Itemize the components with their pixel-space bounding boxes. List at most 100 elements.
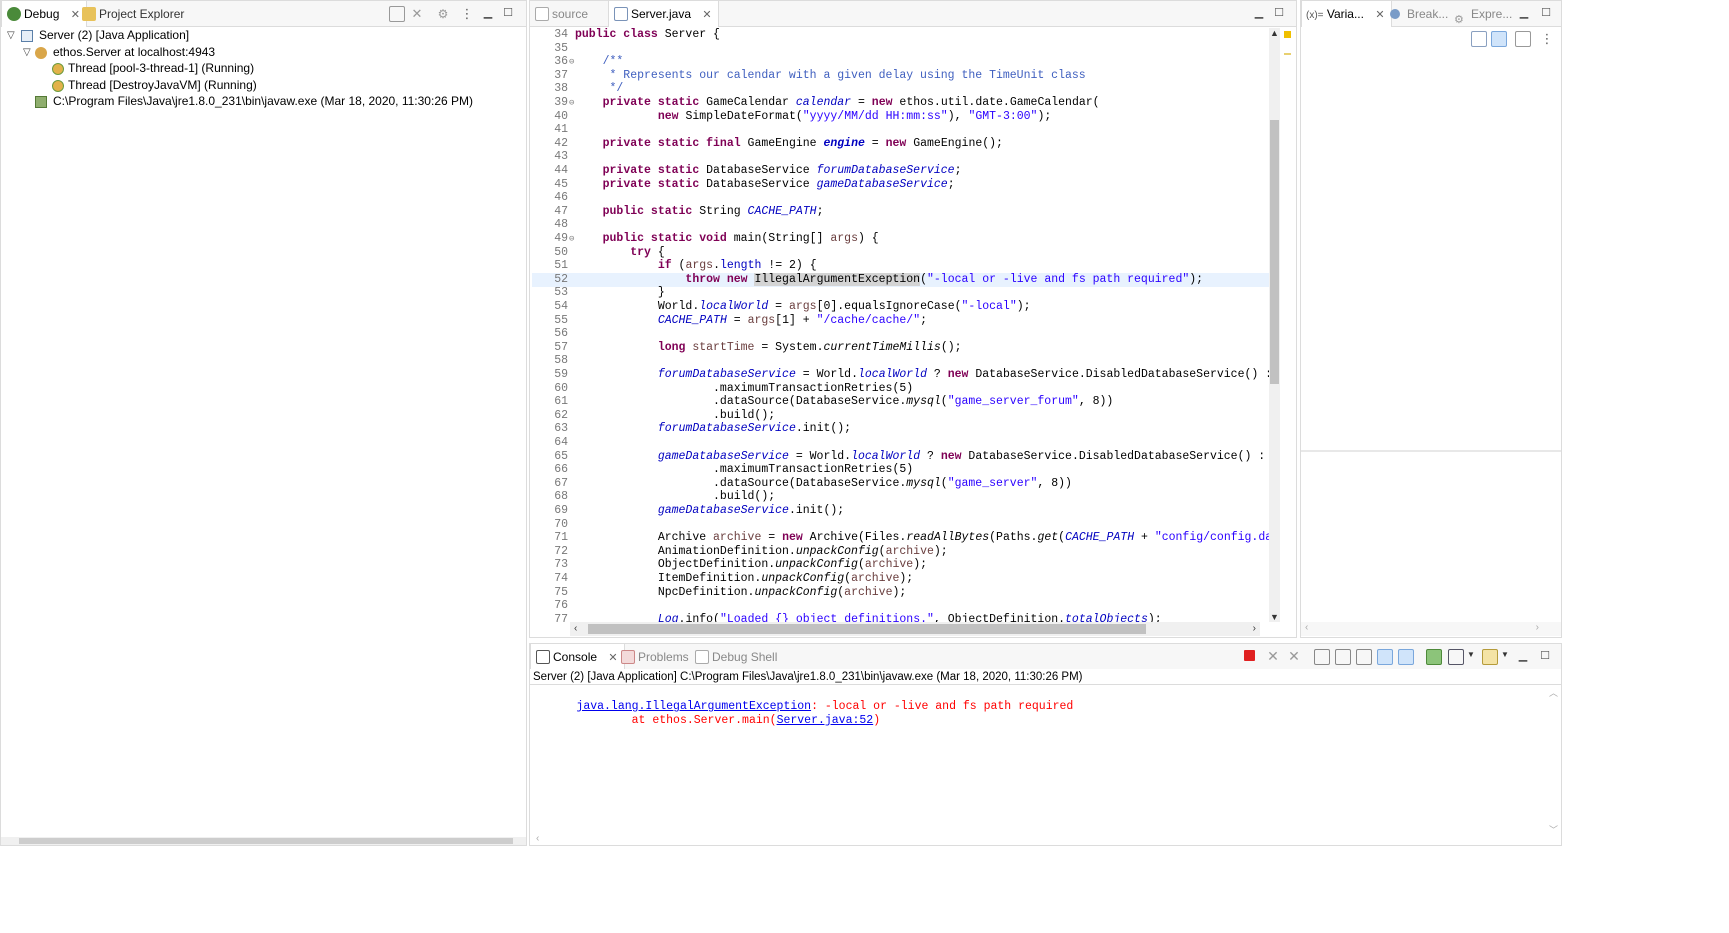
code-line[interactable]: 75 NpcDefinition.unpackConfig(archive);	[532, 586, 1270, 600]
maximize-icon[interactable]: ☐	[1272, 7, 1286, 19]
fold-toggle-icon[interactable]: ⊖	[569, 55, 574, 69]
overview-ruler[interactable]	[1281, 28, 1293, 622]
tab-breakpoints[interactable]: Break...	[1385, 1, 1454, 27]
remove-all-terminated-icon[interactable]: ✕	[1286, 648, 1302, 664]
remove-launch-icon[interactable]: ✕	[1265, 648, 1281, 664]
warning-marker[interactable]	[1284, 31, 1291, 38]
code-line[interactable]: 40 new SimpleDateFormat("yyyy/MM/dd HH:m…	[532, 110, 1270, 124]
console-hscrollbar[interactable]: ‹	[530, 833, 1561, 844]
code-line[interactable]: 77 Log.info("Loaded {} object definition…	[532, 613, 1270, 622]
code-line[interactable]: 38 */	[532, 82, 1270, 96]
code-line[interactable]: 56	[532, 327, 1270, 341]
code-line[interactable]: 46	[532, 191, 1270, 205]
tab-problems[interactable]: Problems	[616, 644, 695, 670]
minimize-icon[interactable]: ▁	[1516, 650, 1530, 662]
scroll-left-icon[interactable]: ‹	[574, 623, 577, 634]
occurrence-marker[interactable]	[1284, 53, 1291, 55]
scroll-down-icon[interactable]: ▼	[1270, 612, 1279, 622]
view-menu-icon[interactable]: ⋮	[1539, 31, 1555, 47]
scrollbar-thumb[interactable]	[19, 838, 513, 844]
scroll-left-icon[interactable]: ‹	[1305, 622, 1308, 633]
scroll-up-icon[interactable]: ︿	[1549, 686, 1558, 699]
maximize-icon[interactable]: ☐	[501, 7, 515, 19]
code-line[interactable]: 59 forumDatabaseService = World.localWor…	[532, 368, 1270, 382]
scroll-right-icon[interactable]: ›	[1536, 622, 1539, 633]
code-line[interactable]: 44 private static DatabaseService forumD…	[532, 164, 1270, 178]
code-line[interactable]: 37 * Represents our calendar with a give…	[532, 69, 1270, 83]
code-line[interactable]: 66 .maximumTransactionRetries(5)	[532, 463, 1270, 477]
debug-hscrollbar[interactable]	[1, 837, 526, 845]
code-line[interactable]: 60 .maximumTransactionRetries(5)	[532, 382, 1270, 396]
chevron-down-icon[interactable]: ▼	[1501, 650, 1509, 659]
code-line[interactable]: 64	[532, 436, 1270, 450]
code-line[interactable]: 48	[532, 218, 1270, 232]
view-menu-icon[interactable]: ⋮	[459, 6, 475, 22]
code-line[interactable]: 47 public static String CACHE_PATH;	[532, 205, 1270, 219]
fold-toggle-icon[interactable]: ⊖	[569, 232, 574, 246]
display-console-icon[interactable]	[1448, 649, 1464, 665]
current-line[interactable]: 52 throw new IllegalArgumentException("-…	[532, 272, 1270, 287]
collapse-all-icon[interactable]	[389, 6, 405, 22]
editor-vscrollbar[interactable]: ▲ ▼	[1269, 28, 1280, 622]
maximize-icon[interactable]: ☐	[1538, 650, 1552, 662]
code-line[interactable]: 69 gameDatabaseService.init();	[532, 504, 1270, 518]
code-line[interactable]: 58	[532, 354, 1270, 368]
minimize-icon[interactable]: ▁	[1252, 7, 1266, 19]
fold-toggle-icon[interactable]: ⊖	[569, 96, 574, 110]
code-line[interactable]: 62 .build();	[532, 409, 1270, 423]
editor-hscrollbar[interactable]: ‹ ›	[570, 622, 1260, 636]
code-line[interactable]: 61 .dataSource(DatabaseService.mysql("ga…	[532, 395, 1270, 409]
collapse-all-icon[interactable]	[1515, 31, 1531, 47]
code-line[interactable]: 72 AnimationDefinition.unpackConfig(arch…	[532, 545, 1270, 559]
close-icon[interactable]: ✕	[702, 2, 711, 28]
scroll-down-icon[interactable]: ﹀	[1549, 823, 1558, 836]
remove-terminated-icon[interactable]: ✕	[409, 6, 425, 22]
tab-console[interactable]: Console ✕	[530, 644, 625, 670]
tab-debug[interactable]: Debug ✕	[1, 1, 87, 27]
close-icon[interactable]: ✕	[1375, 2, 1384, 28]
code-line[interactable]: 70	[532, 518, 1270, 532]
code-line[interactable]: 57 long startTime = System.currentTimeMi…	[532, 341, 1270, 355]
word-wrap-icon[interactable]	[1356, 649, 1372, 665]
chevron-down-icon[interactable]: ▼	[1467, 650, 1475, 659]
code-line[interactable]: 43	[532, 150, 1270, 164]
code-line[interactable]: 41	[532, 123, 1270, 137]
code-line[interactable]: 35	[532, 42, 1270, 56]
code-line[interactable]: 50 try {	[532, 246, 1270, 260]
clear-console-icon[interactable]	[1314, 649, 1330, 665]
code-line[interactable]: 51 if (args.length != 2) {	[532, 259, 1270, 273]
code-line[interactable]: 55 CACHE_PATH = args[1] + "/cache/cache/…	[532, 314, 1270, 328]
code-line[interactable]: 45 private static DatabaseService gameDa…	[532, 178, 1270, 192]
show-on-stdout-icon[interactable]	[1377, 649, 1393, 665]
code-line[interactable]: 42 private static final GameEngine engin…	[532, 137, 1270, 151]
code-line[interactable]: 73 ObjectDefinition.unpackConfig(archive…	[532, 558, 1270, 572]
console-output[interactable]: java.lang.IllegalArgumentException: -loc…	[530, 686, 1545, 836]
code-line[interactable]: 34 public class Server {	[532, 28, 1270, 42]
code-editor[interactable]: 34 public class Server {35 36 ⊖ /** 37 * Rep…	[532, 28, 1270, 622]
chevron-down-icon[interactable]: ▽	[23, 44, 33, 61]
pin-console-icon[interactable]	[1426, 649, 1442, 665]
chevron-down-icon[interactable]: ▽	[7, 27, 17, 44]
scroll-left-icon[interactable]: ‹	[536, 833, 539, 844]
show-logical-structure-icon[interactable]	[1491, 31, 1507, 47]
scrollbar-thumb[interactable]	[588, 624, 1146, 634]
code-line[interactable]: 39 ⊖ private static GameCalendar calendar…	[532, 96, 1270, 110]
code-line[interactable]: 53 }	[532, 286, 1270, 300]
code-line[interactable]: 74 ItemDefinition.unpackConfig(archive);	[532, 572, 1270, 586]
scrollbar-thumb[interactable]	[1270, 120, 1279, 384]
scroll-right-icon[interactable]: ›	[1253, 623, 1256, 634]
code-line[interactable]: 68 .build();	[532, 490, 1270, 504]
terminate-icon[interactable]	[1244, 650, 1255, 661]
tab-expressions[interactable]: ⚙ Expre...	[1449, 1, 1518, 27]
trace-source-link[interactable]: Server.java:52	[777, 714, 874, 727]
variables-divider[interactable]	[1301, 450, 1561, 452]
tab-project-explorer[interactable]: Project Explorer	[77, 1, 190, 27]
link-with-debug-icon[interactable]: ⚙	[435, 6, 451, 22]
code-line[interactable]: 49 ⊖ public static void main(String[] arg…	[532, 232, 1270, 246]
show-on-stderr-icon[interactable]	[1398, 649, 1414, 665]
scroll-lock-icon[interactable]	[1335, 649, 1351, 665]
code-line[interactable]: 65 gameDatabaseService = World.localWorl…	[532, 450, 1270, 464]
code-line[interactable]: 36 ⊖ /**	[532, 55, 1270, 69]
minimize-icon[interactable]: ▁	[1517, 7, 1531, 19]
tab-server-java[interactable]: Server.java ✕	[608, 1, 719, 27]
